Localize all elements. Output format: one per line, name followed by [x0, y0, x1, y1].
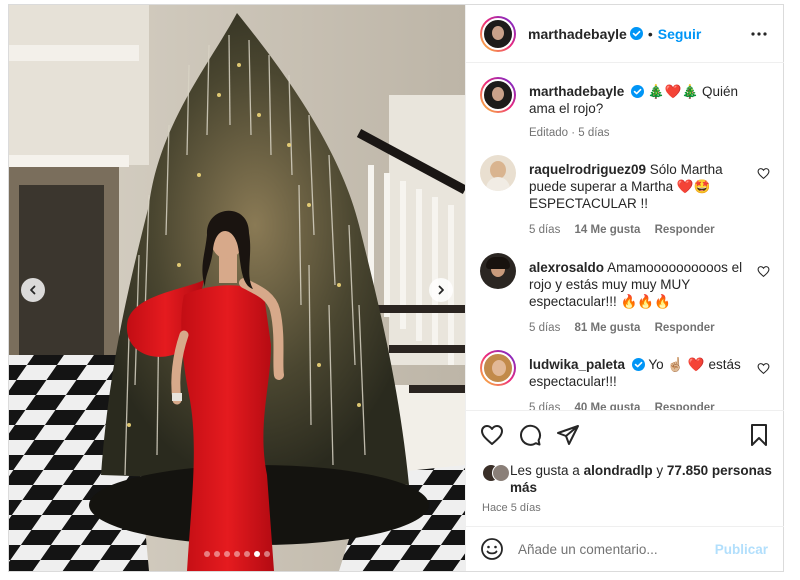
- liker-avatar: [492, 464, 510, 482]
- comment-username[interactable]: alexrosaldo: [529, 260, 604, 275]
- author-avatar[interactable]: [480, 15, 516, 52]
- comment-likes[interactable]: 40 Me gusta: [575, 402, 641, 410]
- header-separator: •: [647, 25, 653, 42]
- carousel-dot: [254, 551, 260, 557]
- verified-badge-icon: [631, 85, 645, 98]
- comment-username[interactable]: ludwika_paleta: [529, 357, 625, 372]
- reply-button[interactable]: Responder: [655, 224, 715, 236]
- comment-input[interactable]: [518, 541, 718, 557]
- likes-prefix: Les gusta a: [510, 463, 580, 478]
- caption-username[interactable]: marthadebayle: [529, 84, 624, 99]
- carousel-next-button[interactable]: [429, 278, 453, 302]
- carousel-previous-button[interactable]: [21, 278, 45, 302]
- chevron-right-icon: [438, 285, 444, 295]
- carousel-dot: [234, 551, 240, 557]
- verified-badge-icon: [631, 358, 645, 371]
- heart-icon[interactable]: [757, 362, 770, 375]
- verified-badge-icon: [629, 27, 643, 40]
- publish-button[interactable]: Publicar: [715, 542, 768, 557]
- carousel-dot: [224, 551, 230, 557]
- comment-likes[interactable]: 81 Me gusta: [575, 322, 641, 334]
- reply-button[interactable]: Responder: [655, 322, 715, 334]
- comment-icon[interactable]: [518, 423, 542, 447]
- post-photo[interactable]: [9, 5, 465, 571]
- commenter-avatar[interactable]: [480, 155, 516, 191]
- reply-button[interactable]: Responder: [655, 402, 715, 410]
- comment-age: 5 días: [529, 322, 561, 334]
- add-comment-bar: Publicar: [466, 526, 784, 571]
- chevron-left-icon: [30, 285, 36, 295]
- post-photo-illustration: [9, 5, 465, 571]
- post-dialog: marthadebayle • Seguir marthadebayle 🎄❤️…: [8, 4, 784, 572]
- carousel-dot: [244, 551, 250, 557]
- comment-username[interactable]: raquelrodriguez09: [529, 162, 646, 177]
- share-icon[interactable]: [556, 423, 580, 447]
- post-timestamp[interactable]: Hace 5 días: [482, 502, 541, 514]
- liker-username[interactable]: alondradlp: [584, 463, 653, 478]
- caption-meta: Editado · 5 días: [529, 127, 610, 139]
- carousel-dot: [204, 551, 210, 557]
- commenter-avatar[interactable]: [480, 253, 516, 289]
- post-details-panel: marthadebayle • Seguir marthadebayle 🎄❤️…: [465, 5, 784, 571]
- like-heart-icon[interactable]: [480, 423, 504, 447]
- likes-connector: y: [656, 463, 664, 478]
- caption-avatar[interactable]: [480, 77, 516, 113]
- comments-list[interactable]: marthadebayle 🎄❤️🎄 Quién ama el rojo? Ed…: [466, 63, 784, 410]
- post-header: marthadebayle • Seguir: [466, 5, 784, 63]
- commenter-avatar[interactable]: [480, 350, 516, 386]
- author-username[interactable]: marthadebayle: [528, 26, 627, 42]
- carousel-dot: [264, 551, 270, 557]
- heart-icon[interactable]: [757, 167, 770, 180]
- save-icon[interactable]: [748, 423, 770, 447]
- heart-icon[interactable]: [757, 265, 770, 278]
- follow-button[interactable]: Seguir: [658, 26, 702, 42]
- carousel-dot: [214, 551, 220, 557]
- more-options-icon[interactable]: [750, 25, 768, 43]
- comment-likes[interactable]: 14 Me gusta: [575, 224, 641, 236]
- comment-age: 5 días: [529, 402, 561, 410]
- likes-summary: Les gusta a alondradlp y 77.850 personas…: [482, 462, 772, 496]
- carousel-indicator: [9, 551, 465, 557]
- emoji-icon[interactable]: [480, 537, 504, 561]
- comment-age: 5 días: [529, 224, 561, 236]
